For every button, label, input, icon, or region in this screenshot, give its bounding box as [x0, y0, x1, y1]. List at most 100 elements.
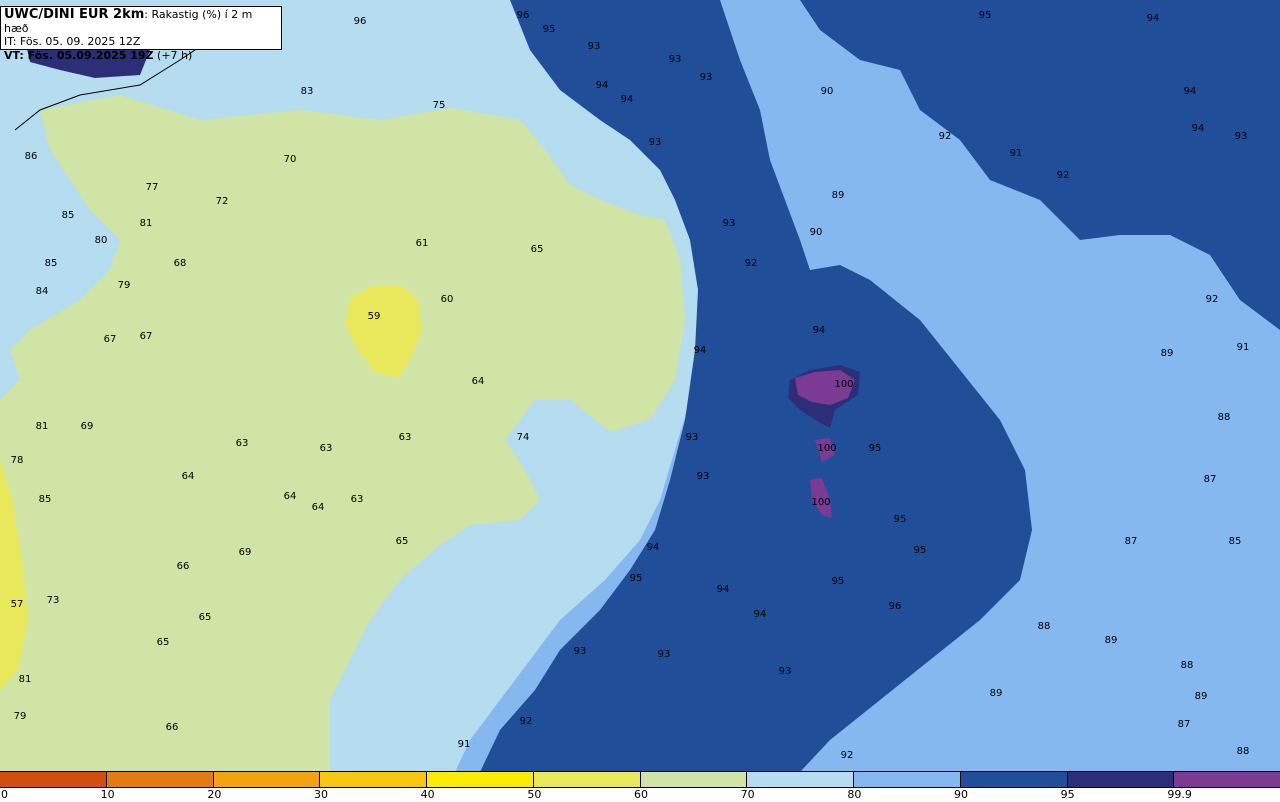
- humidity-value-label: 94: [717, 584, 730, 595]
- lead-time: (+7 h): [153, 48, 193, 62]
- colorbar-tick-label: 0: [1, 788, 8, 801]
- humidity-value-label: 94: [1147, 13, 1160, 24]
- humidity-value-label: 88: [1237, 746, 1250, 757]
- humidity-value-label: 96: [517, 10, 530, 21]
- humidity-value-label: 94: [754, 609, 767, 620]
- humidity-value-label: 85: [1229, 536, 1242, 547]
- humidity-value-label: 87: [1178, 719, 1191, 730]
- humidity-value-label: 91: [1237, 342, 1250, 353]
- model-name: UWC/DINI EUR 2km: [4, 7, 145, 22]
- humidity-value-label: 94: [647, 542, 660, 553]
- humidity-value-label: 89: [990, 688, 1003, 699]
- humidity-value-label: 94: [813, 325, 826, 336]
- humidity-value-label: 65: [531, 244, 544, 255]
- humidity-value-label: 59: [368, 311, 381, 322]
- colorbar-tick-label: 20: [207, 788, 222, 801]
- humidity-value-label: 75: [433, 100, 446, 111]
- humidity-value-label: 96: [889, 601, 902, 612]
- humidity-value-label: 92: [939, 131, 952, 142]
- humidity-value-label: 79: [118, 280, 131, 291]
- humidity-value-label: 81: [19, 674, 32, 685]
- humidity-value-label: 94: [596, 80, 609, 91]
- humidity-value-label: 100: [817, 443, 836, 454]
- humidity-value-label: 87: [1204, 474, 1217, 485]
- colorbar-ticks: 0 10 20 30 40 50 60 70 80 90 95 99.9: [0, 788, 1280, 802]
- init-time: IT: Fös. 05. 09. 2025 12Z: [4, 35, 141, 48]
- humidity-value-label: 65: [157, 637, 170, 648]
- colorbar-segment: [1067, 772, 1175, 787]
- colorbar-segment: [213, 772, 321, 787]
- colorbar-tick-label: 40: [420, 788, 435, 801]
- humidity-value-label: 64: [312, 502, 325, 513]
- colorbar-tick-label: 70: [740, 788, 755, 801]
- humidity-value-label: 67: [104, 334, 117, 345]
- humidity-value-label: 93: [658, 649, 671, 660]
- humidity-value-label: 79: [14, 711, 27, 722]
- humidity-value-label: 93: [574, 646, 587, 657]
- humidity-value-label: 95: [894, 514, 907, 525]
- humidity-value-label: 78: [11, 455, 24, 466]
- humidity-value-label: 95: [869, 443, 882, 454]
- colorbar-segment: [1174, 772, 1280, 787]
- colorbar-tick-label: 50: [527, 788, 542, 801]
- colorbar-segment: [106, 772, 214, 787]
- humidity-value-label: 92: [841, 750, 854, 761]
- humidity-value-label: 93: [779, 666, 792, 677]
- humidity-value-label: 72: [216, 196, 229, 207]
- colorbar-segment: [960, 772, 1068, 787]
- humidity-value-label: 63: [320, 443, 333, 454]
- humidity-value-label: 100: [811, 497, 830, 508]
- humidity-value-label: 81: [36, 421, 49, 432]
- humidity-value-label: 57: [11, 599, 24, 610]
- humidity-value-label: 95: [630, 573, 643, 584]
- colorbar-segment: [640, 772, 748, 787]
- colorbar-tick-label: 99.9: [1167, 788, 1192, 801]
- humidity-value-label: 94: [1184, 86, 1197, 97]
- colorbar-tick-label: 10: [100, 788, 115, 801]
- colorbar-segment: [0, 772, 107, 787]
- colorbar-segment: [533, 772, 641, 787]
- humidity-value-label: 89: [1161, 348, 1174, 359]
- humidity-value-label: 93: [588, 41, 601, 52]
- colorbar-tick-label: 90: [954, 788, 968, 801]
- colorbar-segment: [854, 772, 961, 787]
- humidity-value-label: 96: [354, 16, 367, 27]
- humidity-value-label: 60: [441, 294, 454, 305]
- humidity-value-label: 61: [416, 238, 429, 249]
- humidity-value-label: 89: [1105, 635, 1118, 646]
- humidity-value-label: 66: [166, 722, 179, 733]
- humidity-value-label: 91: [1010, 148, 1023, 159]
- colorbar-tick-label: 30: [314, 788, 328, 801]
- humidity-value-label: 95: [914, 545, 927, 556]
- colorbar-segment: [427, 772, 534, 787]
- humidity-value-label: 94: [1192, 123, 1205, 134]
- humidity-value-label: 94: [621, 94, 634, 105]
- colorbar-tick-label: 95: [1060, 788, 1075, 801]
- humidity-value-label: 93: [723, 218, 736, 229]
- humidity-value-label: 64: [472, 376, 485, 387]
- humidity-value-label: 92: [520, 716, 533, 727]
- humidity-value-label: 69: [239, 547, 252, 558]
- humidity-value-label: 100: [834, 379, 853, 390]
- colorbar-segment: [747, 772, 854, 787]
- humidity-value-label: 88: [1218, 412, 1231, 423]
- valid-time: VT: Fös. 05.09.2025 19Z: [4, 48, 154, 62]
- humidity-value-label: 94: [694, 345, 707, 356]
- humidity-value-label: 92: [745, 258, 758, 269]
- valid-time-line: VT: Fös. 05.09.2025 19Z (+7 h): [4, 49, 278, 63]
- humidity-value-label: 69: [81, 421, 94, 432]
- colorbar-tick-label: 60: [634, 788, 648, 801]
- humidity-value-label: 85: [45, 258, 58, 269]
- humidity-value-label: 89: [1195, 691, 1208, 702]
- humidity-value-label: 67: [140, 331, 153, 342]
- humidity-value-label: 81: [140, 218, 153, 229]
- colorbar: [0, 771, 1280, 788]
- humidity-value-label: 63: [236, 438, 249, 449]
- map-title-box: UWC/DINI EUR 2km: Rakastig (%) í 2 m hæð…: [0, 6, 282, 62]
- humidity-value-label: 70: [284, 154, 297, 165]
- colorbar-tick-label: 80: [847, 788, 862, 801]
- title-line: UWC/DINI EUR 2km: Rakastig (%) í 2 m hæð: [4, 8, 278, 35]
- humidity-value-label: 63: [351, 494, 364, 505]
- humidity-value-label: 95: [979, 10, 992, 21]
- humidity-value-label: 88: [1038, 621, 1051, 632]
